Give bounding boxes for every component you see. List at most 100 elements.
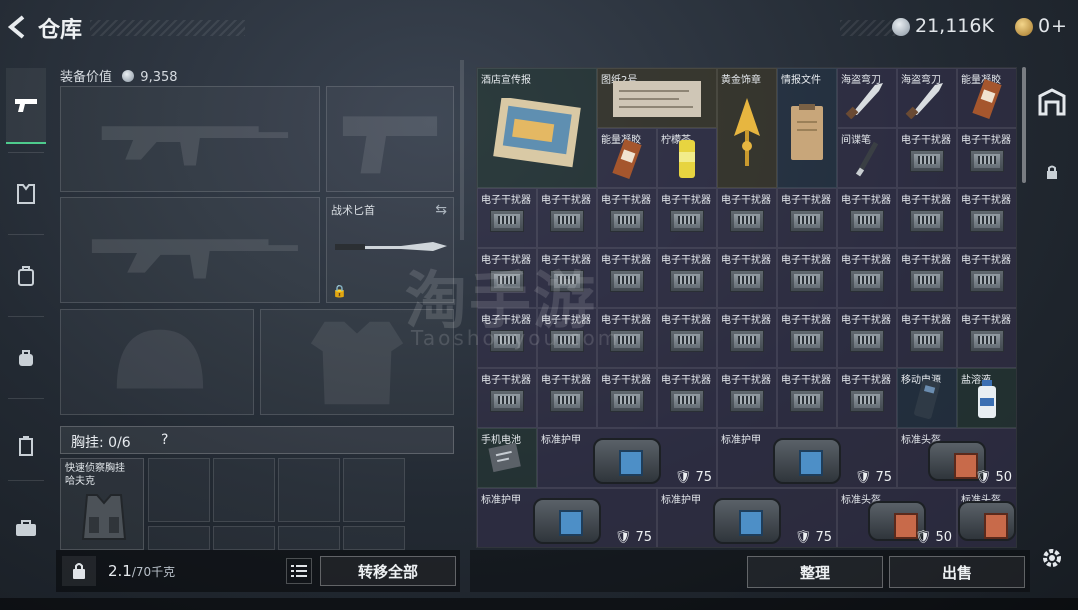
bag-tab[interactable] [6,320,46,396]
inventory-item[interactable]: 电子干扰器 [897,248,957,308]
inventory-item[interactable]: 电子干扰器 [477,368,537,428]
weapons-tab[interactable] [6,68,46,144]
case-tab[interactable] [6,490,46,566]
inventory-item[interactable]: 电子干扰器 [837,248,897,308]
armor-value: 🛡 75 [794,530,832,545]
helmet-slot[interactable] [60,309,254,415]
inventory-item[interactable]: 电子干扰器 [537,368,597,428]
inventory-item[interactable]: 标准护甲 🛡 75 [537,428,717,488]
item-name: 电子干扰器 [661,255,711,266]
inventory-item[interactable]: 电子干扰器 [957,248,1016,308]
inventory-item[interactable]: 电子干扰器 [537,188,597,248]
sort-button[interactable]: 整理 [747,556,883,588]
inventory-item[interactable]: 电子干扰器 [537,248,597,308]
inventory-item[interactable]: 电子干扰器 [837,188,897,248]
inventory-item[interactable]: 电子干扰器 [717,188,777,248]
inventory-item[interactable]: 电子干扰器 [477,188,537,248]
item-name: 电子干扰器 [541,375,591,386]
inventory-item[interactable]: 电子干扰器 [837,308,897,368]
inventory-item[interactable]: 情报文件 [777,68,837,188]
add-gold-button[interactable]: + [1051,15,1067,37]
inventory-item[interactable]: 电子干扰器 [537,308,597,368]
inventory-item[interactable]: 海盗弯刀 [897,68,957,128]
inventory-item[interactable]: 电子干扰器 [657,248,717,308]
inventory-item[interactable]: 柠檬茶 [657,128,717,188]
item-name: 电子干扰器 [901,195,951,206]
inventory-item[interactable]: 电子干扰器 [717,308,777,368]
inventory-item[interactable]: 电子干扰器 [597,308,657,368]
chest-rig-slot[interactable] [148,458,210,522]
inventory-item[interactable]: 标准护甲 🛡 75 [477,488,657,547]
primary-weapon-slot[interactable] [60,86,320,192]
knife-slot[interactable]: 战术匕首 ⇆ 🔒 [326,197,454,303]
inventory-item[interactable]: 电子干扰器 [837,368,897,428]
transfer-all-button[interactable]: 转移全部 [320,556,456,586]
inventory-item[interactable]: 电子干扰器 [597,368,657,428]
inventory-item[interactable]: 能量凝胶 [957,68,1016,128]
item-name: 电子干扰器 [721,375,771,386]
inventory-item[interactable]: 酒店宣传报 [477,68,597,188]
chest-rig-slot[interactable] [213,526,275,550]
back-arrow-icon[interactable] [6,14,30,42]
secondary-weapon-slot[interactable] [60,197,320,303]
inventory-item[interactable]: 电子干扰器 [777,248,837,308]
inventory-item[interactable]: 电子干扰器 [597,248,657,308]
inventory-item[interactable]: 电子干扰器 [897,308,957,368]
inventory-item[interactable]: 电子干扰器 [717,368,777,428]
inventory-item[interactable]: 电子干扰器 [897,128,957,188]
inventory-item[interactable]: 电子干扰器 [957,308,1016,368]
inventory-item[interactable]: 盐溶液 [957,368,1016,428]
body-armor-slot[interactable] [260,309,454,415]
inventory-item[interactable]: 电子干扰器 [477,308,537,368]
settings-gear-icon[interactable] [1034,540,1070,576]
inventory-item[interactable]: 电子干扰器 [897,188,957,248]
inventory-item[interactable]: 图纸2号 [597,68,717,128]
chest-rig-slot[interactable] [148,526,210,550]
chest-rig-slot[interactable] [278,458,340,522]
inventory-item[interactable]: 电子干扰器 [657,308,717,368]
inventory-item[interactable]: 标准护甲 🛡 75 [717,428,897,488]
inventory-item[interactable]: 电子干扰器 [957,128,1016,188]
inventory-item[interactable]: 间谍笔 [837,128,897,188]
inventory-scrollbar[interactable] [1022,67,1026,183]
inventory-item[interactable]: 电子干扰器 [777,368,837,428]
chest-rig-slot[interactable] [343,526,405,550]
storage-icon[interactable] [1034,84,1070,120]
inventory-item[interactable]: 电子干扰器 [777,308,837,368]
inventory-item[interactable]: 标准头盔 [957,488,1016,547]
swap-icon[interactable]: ⇆ [435,202,447,218]
chest-rig-item[interactable]: 快速侦察胸挂 哈夫克 [60,458,144,550]
armor-tab[interactable] [6,156,46,232]
inventory-item[interactable]: 能量凝胶 [597,128,657,188]
inventory-item[interactable]: 电子干扰器 [477,248,537,308]
inventory-item[interactable]: 标准头盔 🛡 50 [837,488,957,547]
lock-icon[interactable] [1034,154,1070,190]
inventory-item[interactable]: 移动电源 [897,368,957,428]
inventory-item[interactable]: 电子干扰器 [717,248,777,308]
inventory-item[interactable]: 电子干扰器 [957,188,1016,248]
inventory-item[interactable]: 手机电池 [477,428,537,488]
pistol-slot[interactable] [326,86,454,192]
inventory-item[interactable]: 电子干扰器 [597,188,657,248]
machete-icon [905,83,943,120]
list-view-button[interactable] [286,558,312,584]
chest-rig-slot[interactable] [213,458,275,522]
weight-current: 2.1 [108,562,132,580]
item-name: 电子干扰器 [781,315,831,326]
electronic-jammer-icon [850,270,884,293]
inventory-item[interactable]: 标准头盔 🛡 50 [897,428,1016,488]
chest-rig-help-button[interactable]: ? [161,432,168,448]
container-tab[interactable] [6,408,46,484]
sell-button[interactable]: 出售 [889,556,1025,588]
backpack-tab[interactable] [6,238,46,314]
panel-scrollbar[interactable] [460,60,464,240]
chest-rig-slot[interactable] [278,526,340,550]
inventory-item[interactable]: 电子干扰器 [657,368,717,428]
inventory-item[interactable]: 海盗弯刀 [837,68,897,128]
electronic-jammer-icon [730,270,764,293]
inventory-item[interactable]: 黄金饰章 [717,68,777,188]
inventory-item[interactable]: 电子干扰器 [777,188,837,248]
inventory-item[interactable]: 电子干扰器 [657,188,717,248]
inventory-item[interactable]: 标准护甲 🛡 75 [657,488,837,547]
chest-rig-slot[interactable] [343,458,405,522]
